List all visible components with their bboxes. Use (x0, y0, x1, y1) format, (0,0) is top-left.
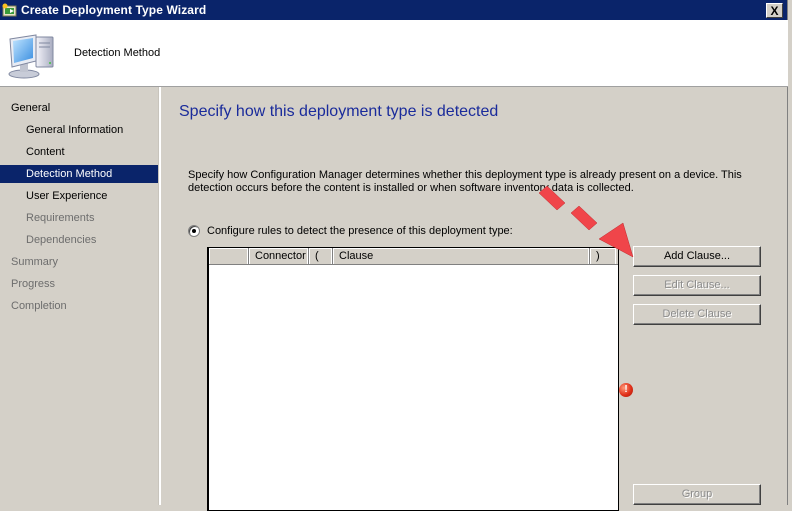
header-title: Detection Method (74, 47, 161, 59)
grid-header: Connector ( Clause ) (209, 248, 618, 265)
configure-rules-label: Configure rules to detect the presence o… (207, 225, 513, 237)
computer-icon (6, 29, 58, 81)
window-title: Create Deployment Type Wizard (21, 3, 207, 17)
sidebar-item-content[interactable]: Content (0, 143, 158, 161)
column-header-selector[interactable] (209, 248, 249, 264)
sidebar-item-general-information[interactable]: General Information (0, 121, 158, 139)
window-titlebar: Create Deployment Type Wizard X (0, 0, 788, 20)
configure-rules-option[interactable]: Configure rules to detect the presence o… (188, 225, 513, 237)
description-line-1: Specify how Configuration Manager determ… (188, 169, 742, 181)
edit-clause-button[interactable]: Edit Clause... (633, 275, 761, 296)
configure-rules-radio[interactable] (188, 225, 200, 237)
add-clause-button[interactable]: Add Clause... (633, 246, 761, 267)
column-header-open-paren[interactable]: ( (309, 248, 333, 264)
description-line-2: detection occurs before the content is i… (188, 182, 634, 194)
sidebar-item-dependencies: Dependencies (26, 234, 97, 246)
wizard-content: Specify how this deployment type is dete… (161, 87, 788, 511)
close-icon: X (770, 3, 779, 18)
wizard-steps-sidebar: General General Information Content Dete… (0, 87, 158, 505)
sidebar-item-user-experience[interactable]: User Experience (0, 187, 158, 205)
sidebar-item-completion: Completion (11, 300, 67, 312)
sidebar-item-summary: Summary (11, 256, 59, 268)
wizard-header: Detection Method (0, 20, 788, 87)
wizard-app-icon (2, 3, 18, 17)
delete-clause-button[interactable]: Delete Clause (633, 304, 761, 325)
sidebar-item-requirements: Requirements (26, 212, 95, 224)
column-header-connector[interactable]: Connector (249, 248, 309, 264)
group-button[interactable]: Group (633, 484, 761, 505)
page-heading: Specify how this deployment type is dete… (179, 103, 499, 120)
column-header-close-paren[interactable]: ) (590, 248, 616, 264)
sidebar-item-detection-method[interactable]: Detection Method (0, 165, 158, 183)
close-button[interactable]: X (766, 3, 783, 18)
error-icon: ! (619, 383, 633, 397)
description-text: Specify how Configuration Manager determ… (188, 169, 748, 195)
sidebar-item-progress: Progress (11, 278, 56, 290)
column-header-clause[interactable]: Clause (333, 248, 590, 264)
clauses-grid[interactable]: Connector ( Clause ) (207, 247, 619, 511)
sidebar-item-general[interactable]: General (0, 99, 158, 117)
